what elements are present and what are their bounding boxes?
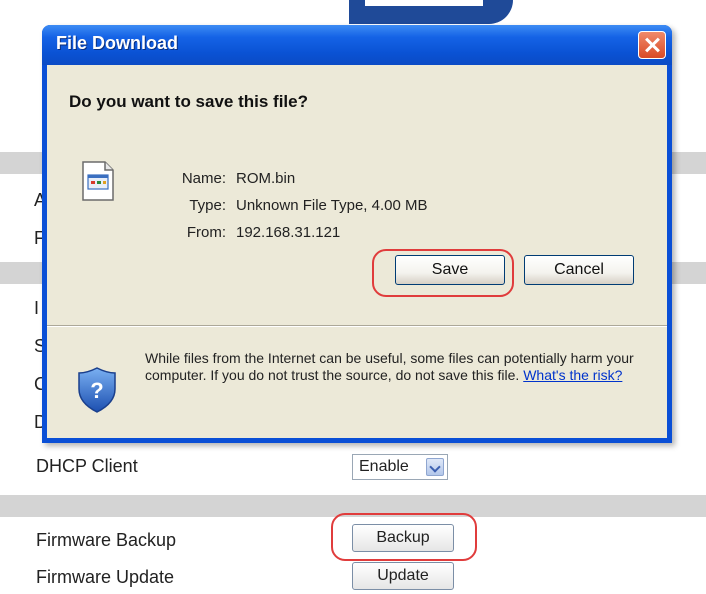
dhcp-client-value: Enable — [359, 458, 409, 475]
dhcp-client-select[interactable]: Enable — [352, 454, 448, 480]
firmware-backup-label: Firmware Backup — [36, 530, 177, 550]
name-value: ROM.bin — [236, 170, 296, 187]
name-label: Name: — [181, 170, 226, 187]
file-icon — [82, 161, 114, 201]
file-download-dialog: File Download Do you want to save this f… — [42, 25, 672, 443]
update-button[interactable]: Update — [352, 562, 454, 590]
dhcp-client-label: DHCP Client — [36, 456, 138, 476]
type-value: Unknown File Type, 4.00 MB — [236, 197, 428, 214]
firmware-update-label: Firmware Update — [36, 567, 175, 587]
dialog-question: Do you want to save this file? — [69, 92, 308, 111]
from-label: From: — [186, 224, 226, 241]
whats-the-risk-link[interactable]: What's the risk? — [523, 367, 622, 383]
close-icon[interactable] — [638, 31, 666, 59]
dialog-titlebar[interactable]: File Download — [42, 25, 672, 65]
svg-text:?: ? — [90, 378, 103, 403]
partial-label: I — [34, 298, 40, 318]
cancel-button[interactable]: Cancel — [524, 255, 634, 285]
chevron-down-icon[interactable] — [426, 458, 444, 476]
security-warning: While files from the Internet can be use… — [145, 350, 665, 384]
dialog-body: Do you want to save this file? Name: ROM… — [47, 65, 667, 438]
dialog-title: File Download — [56, 33, 179, 53]
type-label: Type: — [189, 197, 226, 214]
from-value: 192.168.31.121 — [236, 224, 341, 241]
dialog-separator — [47, 325, 667, 327]
router-logo — [343, 0, 513, 24]
save-button[interactable]: Save — [395, 255, 505, 285]
section-divider — [0, 495, 706, 517]
backup-button[interactable]: Backup — [352, 524, 454, 552]
shield-question-icon: ? — [78, 367, 116, 413]
